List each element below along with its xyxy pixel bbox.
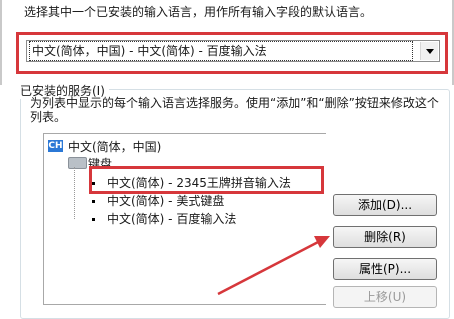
red-arrow-annotation [217, 236, 330, 296]
arrow-shaft [217, 238, 323, 296]
